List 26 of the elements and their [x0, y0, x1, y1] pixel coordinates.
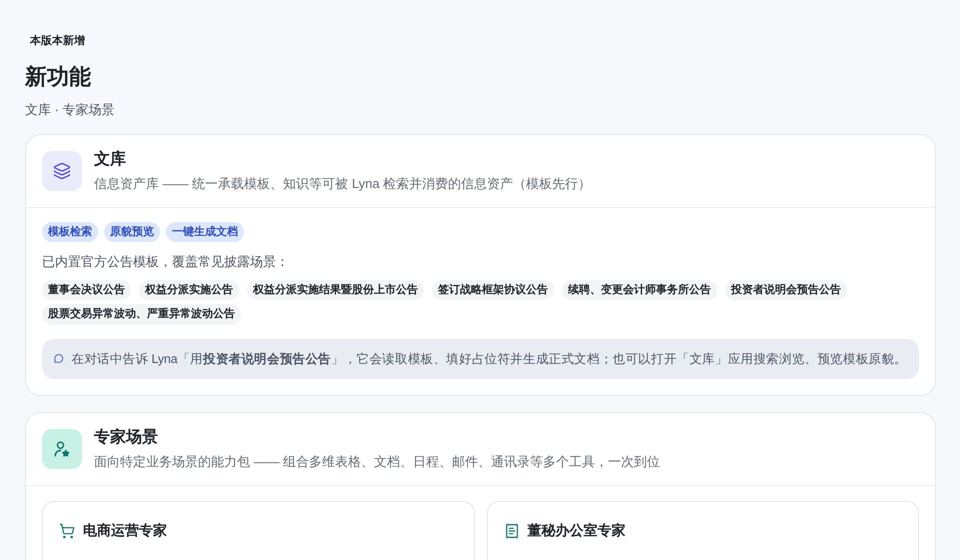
template-tag: 权益分派实施公告 [139, 280, 239, 300]
page-subtitle: 文库 · 专家场景 [25, 101, 116, 119]
feature-tag: 一键生成文档 [166, 222, 244, 242]
template-tag: 股票交易异常波动、严重异常波动公告 [42, 304, 241, 324]
template-tag: 签订战略框架协议公告 [432, 280, 554, 300]
experts-title: 专家场景 [94, 427, 159, 448]
document-icon [504, 522, 520, 539]
feature-tag: 模板检索 [42, 222, 98, 242]
library-description: 信息资产库 —— 统一承载模板、知识等可被 Lyna 检索并消费的信息资产（模板先行） [94, 174, 592, 192]
version-label: 本版本新增 [30, 35, 85, 47]
template-intro: 已内置官方公告模板，覆盖常见披露场景： [42, 253, 290, 271]
template-tag: 董事会决议公告 [42, 280, 131, 300]
library-title: 文库 [94, 149, 127, 170]
page-title: 新功能 [25, 63, 92, 91]
template-tag: 续聘、变更会计师事务所公告 [562, 280, 717, 300]
layers-icon [53, 162, 71, 180]
chat-icon [54, 352, 64, 366]
user-star-icon [53, 440, 71, 458]
tip-text: 在对话中告诉 Lyna「用投资者说明会预告公告」，它会读取模板、填好占位符并生成正式文档；也可以打开「文库」应用搜索浏览、预览模板原貌。 [71, 350, 907, 368]
shopping-cart-icon [59, 522, 75, 539]
expert-pack-title: 电商运营专家 [83, 521, 167, 540]
expert-pack-title: 董秘办公室专家 [528, 521, 626, 540]
feature-tag: 原貌预览 [104, 222, 160, 242]
experts-description: 面向特定业务场景的能力包 —— 组合多维表格、文档、日程、邮件、通讯录等多个工具，一次到位 [94, 453, 660, 472]
template-tag: 权益分派实施结果暨股份上市公告 [247, 280, 424, 300]
template-tag: 投资者说明会预告公告 [725, 280, 847, 300]
